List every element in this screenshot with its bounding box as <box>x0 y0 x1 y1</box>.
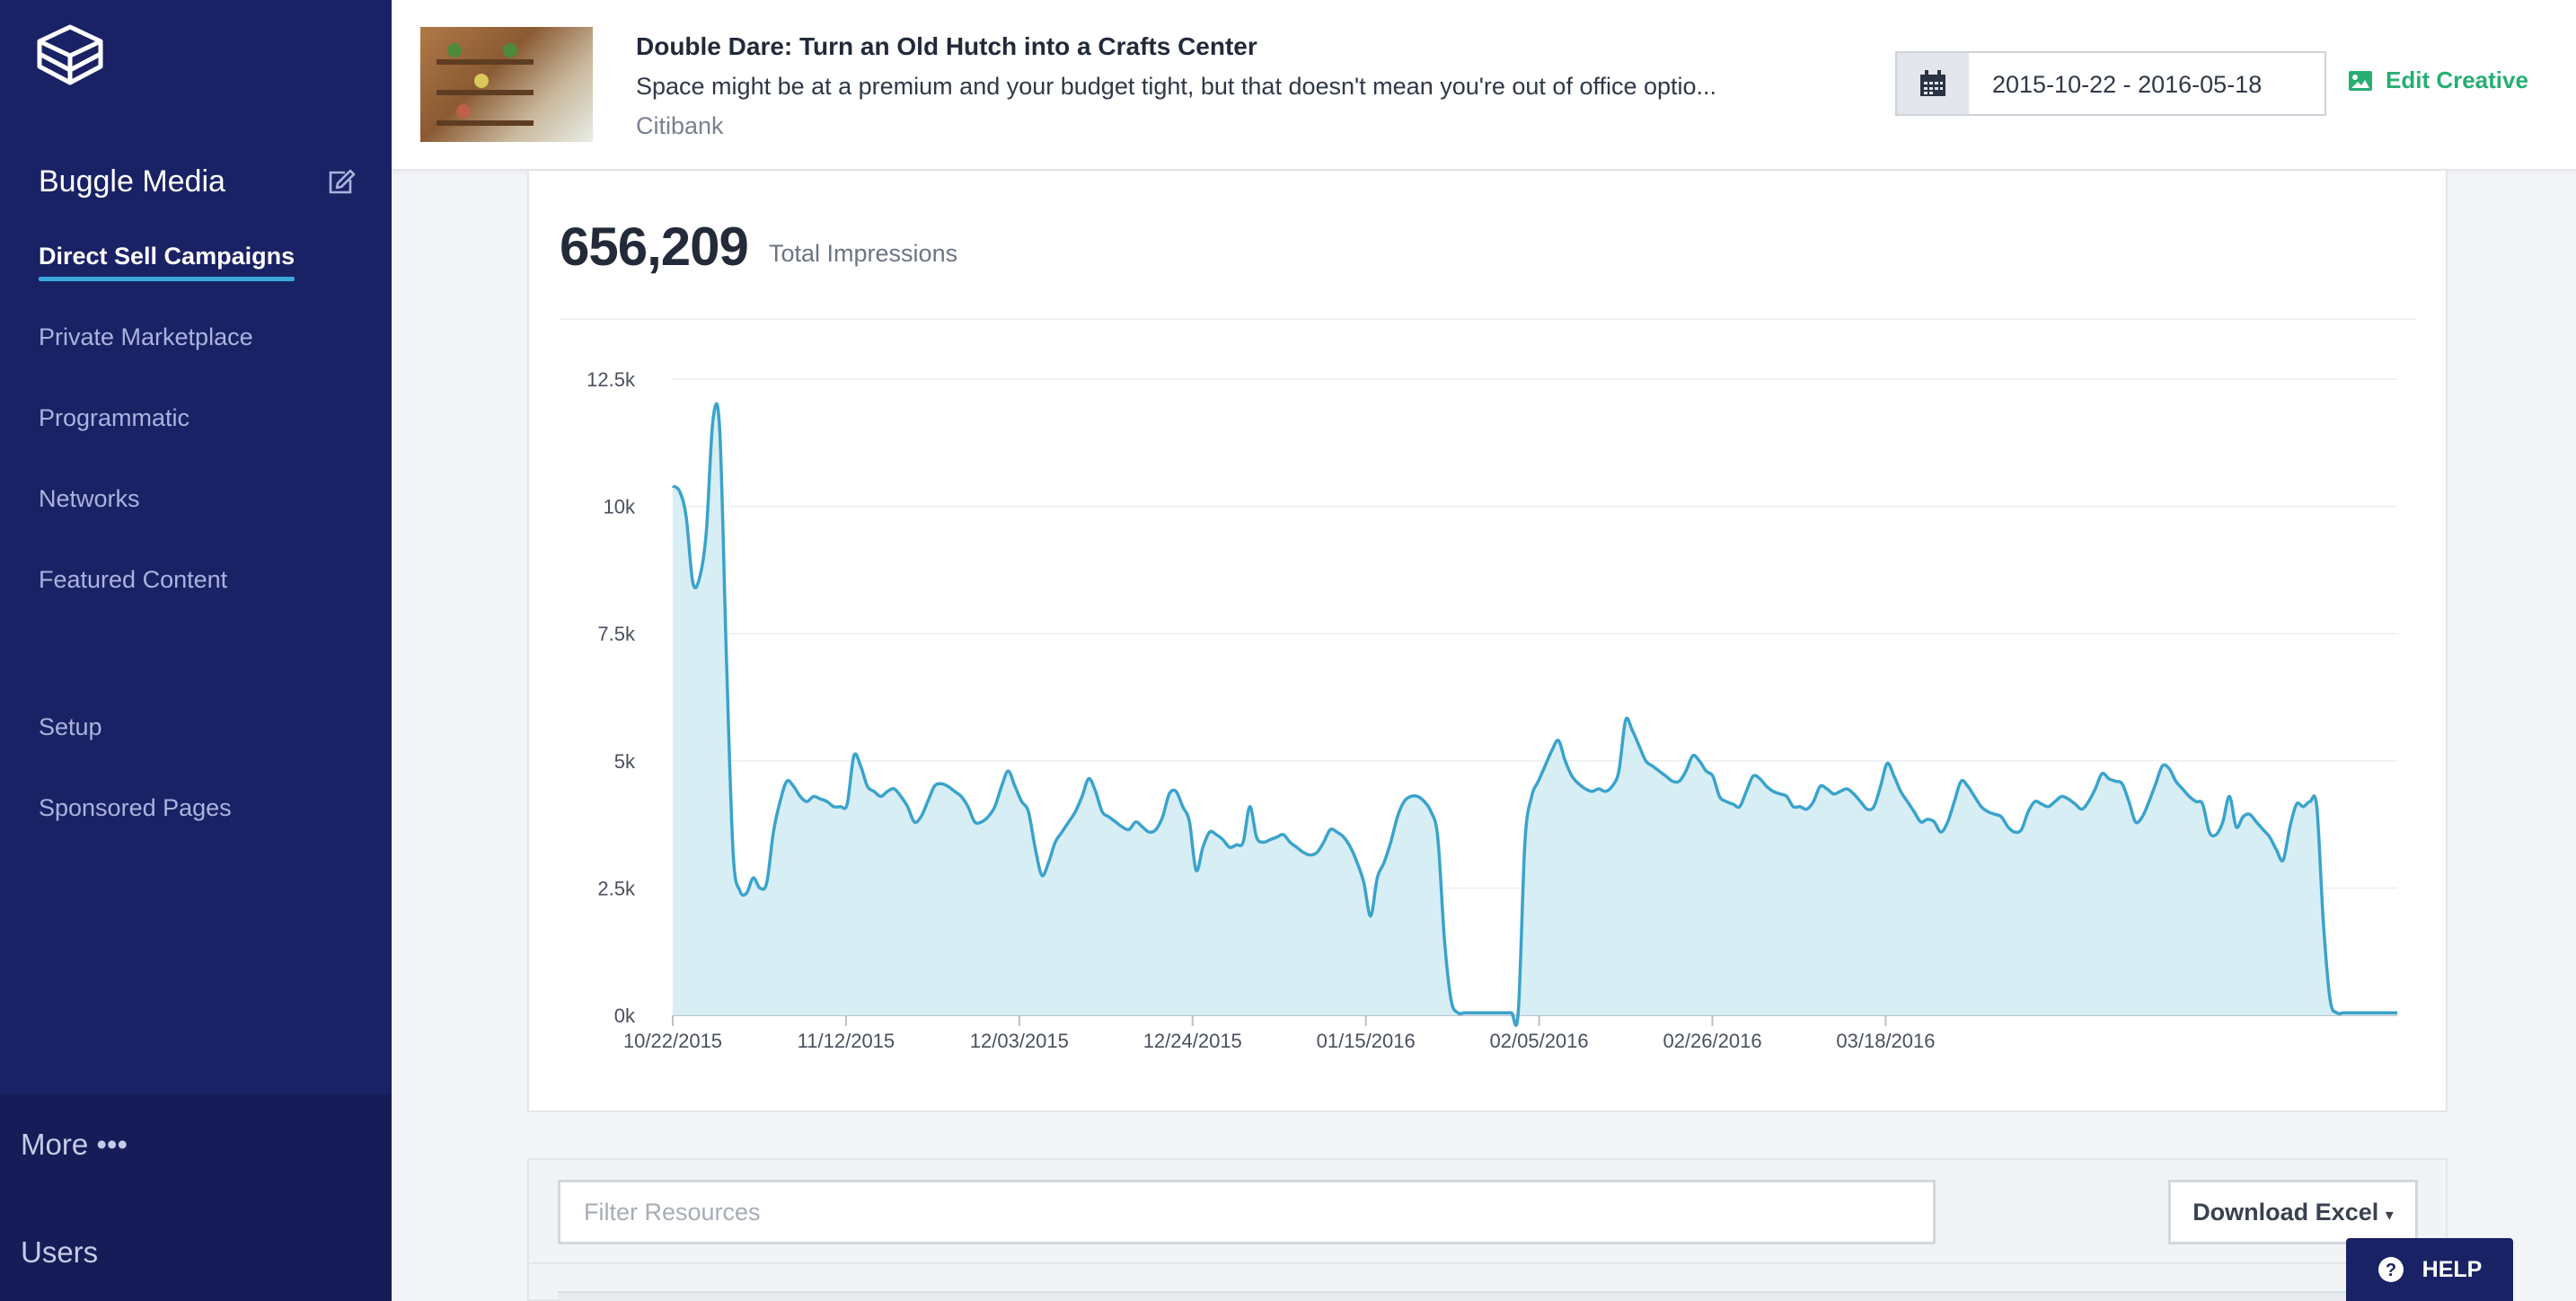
more-menu-button[interactable]: More ••• <box>21 1128 128 1162</box>
y-tick-label: 0k <box>614 1005 636 1027</box>
creative-thumbnail <box>420 27 593 142</box>
filter-resources-input[interactable] <box>558 1180 1936 1244</box>
y-tick-label: 5k <box>614 750 636 773</box>
logo-cube-icon[interactable] <box>34 23 106 86</box>
sidebar-item-direct-sell-campaigns[interactable]: Direct Sell Campaigns <box>39 243 296 281</box>
creative-title: Double Dare: Turn an Old Hutch into a Cr… <box>636 32 1257 60</box>
sidebar-item-networks[interactable]: Networks <box>39 485 140 513</box>
sidebar-item-programmatic[interactable]: Programmatic <box>39 404 190 432</box>
resources-panel: Download Excel ▾ <box>527 1158 2448 1301</box>
help-button[interactable]: ? HELP <box>2346 1238 2513 1301</box>
creative-description: Space might be at a premium and your bud… <box>636 73 1717 100</box>
help-label: HELP <box>2422 1256 2483 1282</box>
x-tick-label: 02/26/2016 <box>1663 1030 1761 1052</box>
sidebar-item-private-marketplace[interactable]: Private Marketplace <box>39 323 253 351</box>
download-excel-label: Download Excel <box>2192 1198 2379 1226</box>
sidebar-item-setup[interactable]: Setup <box>39 713 102 741</box>
date-range-picker[interactable]: 2015-10-22 - 2016-05-18 <box>1895 51 2326 116</box>
total-impressions-label: Total Impressions <box>769 240 958 267</box>
impressions-area <box>673 403 2397 1026</box>
sidebar-item-featured-content[interactable]: Featured Content <box>39 566 227 594</box>
date-range-value[interactable]: 2015-10-22 - 2016-05-18 <box>1992 71 2262 99</box>
x-tick-label: 12/24/2015 <box>1143 1030 1242 1052</box>
image-icon <box>2349 70 2372 91</box>
users-link[interactable]: Users <box>21 1235 98 1270</box>
card-divider <box>560 318 2415 320</box>
y-tick-label: 7.5k <box>597 623 636 645</box>
impressions-chart[interactable]: 0k 2.5k 5k 7.5k 10k 12.5k 10/22/2015 11/12/201… <box>529 341 2446 1105</box>
total-impressions-value: 656,209 <box>560 217 749 277</box>
org-name: Buggle Media <box>39 164 225 199</box>
sidebar-item-sponsored-pages[interactable]: Sponsored Pages <box>39 794 232 822</box>
impressions-card: 656,209 Total Impressions 0k 2.5k 5k 7.5k 10… <box>527 171 2448 1112</box>
edit-creative-label: Edit Creative <box>2386 66 2528 93</box>
y-tick-label: 12.5k <box>587 368 636 391</box>
x-tick-label: 03/18/2016 <box>1836 1030 1935 1052</box>
y-tick-label: 10k <box>604 496 636 518</box>
calendar-icon <box>1920 70 1945 96</box>
x-tick-label: 01/15/2016 <box>1317 1030 1416 1052</box>
edit-org-icon[interactable] <box>327 167 356 196</box>
sidebar: Buggle Media Direct Sell Campaigns Priva… <box>0 0 392 1301</box>
panel-divider <box>529 1262 2446 1264</box>
caret-down-icon: ▾ <box>2385 1205 2394 1224</box>
x-tick-label: 11/12/2015 <box>798 1030 895 1052</box>
edit-creative-button[interactable]: Edit Creative <box>2348 66 2528 94</box>
x-tick-label: 10/22/2015 <box>623 1030 722 1052</box>
download-excel-button[interactable]: Download Excel ▾ <box>2168 1180 2418 1244</box>
creative-header: Double Dare: Turn an Old Hutch into a Cr… <box>392 0 2576 171</box>
advertiser-name: Citibank <box>636 112 724 139</box>
y-tick-label: 2.5k <box>597 877 636 899</box>
calendar-icon-wrap[interactable] <box>1897 53 1969 114</box>
sidebar-bottom: More ••• Users <box>0 1094 392 1301</box>
y-axis: 0k 2.5k 5k 7.5k 10k 12.5k <box>587 368 636 1027</box>
question-circle-icon: ? <box>2378 1257 2404 1282</box>
x-axis: 10/22/2015 11/12/2015 12/03/2015 12/24/2015… <box>623 1015 1935 1052</box>
x-tick-label: 02/05/2016 <box>1490 1030 1589 1052</box>
svg-text:?: ? <box>2386 1261 2396 1280</box>
table-header-row <box>558 1291 2446 1301</box>
x-tick-label: 12/03/2015 <box>970 1030 1069 1052</box>
